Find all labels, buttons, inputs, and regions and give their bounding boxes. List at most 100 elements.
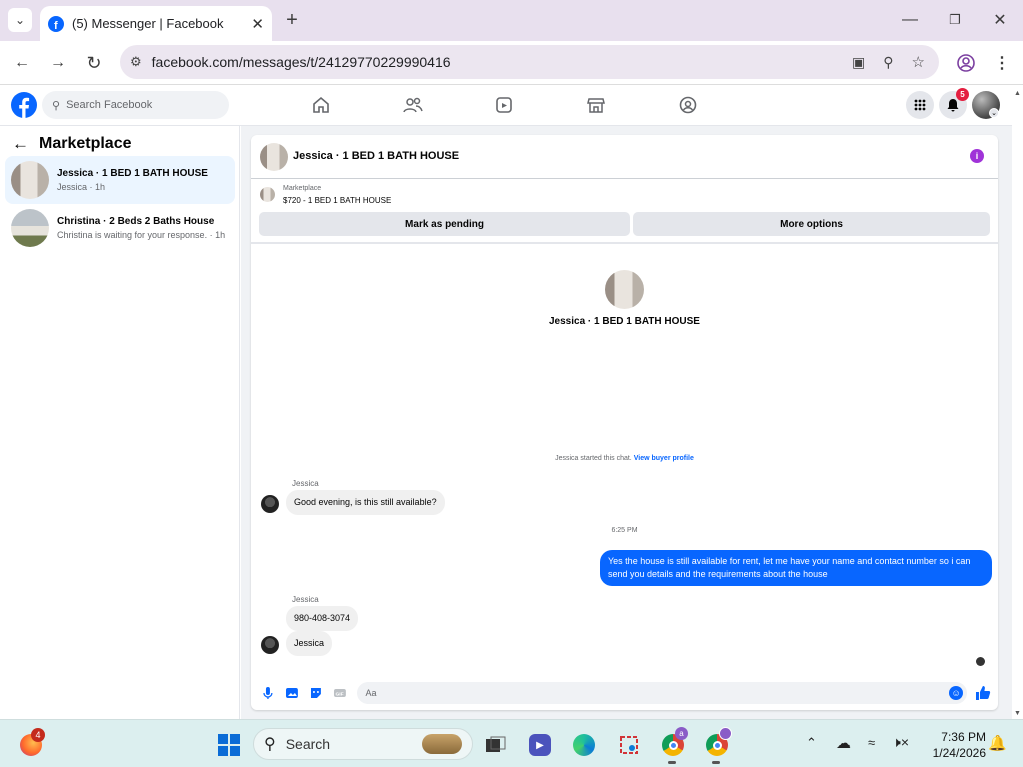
taskbar-search-label: Search	[285, 736, 331, 752]
clock-date: 1/24/2026	[932, 746, 986, 760]
back-arrow-icon[interactable]: ←	[12, 134, 29, 154]
forward-button[interactable]: →	[46, 51, 70, 75]
search-placeholder: Search Facebook	[66, 99, 153, 111]
chat-avatar[interactable]	[260, 143, 288, 171]
task-view-button[interactable]	[483, 732, 509, 758]
minimize-button[interactable]: —	[900, 8, 920, 32]
gif-icon[interactable]: GIF	[333, 686, 347, 700]
video-icon	[496, 97, 512, 113]
conversation-item-jessica[interactable]: Jessica · 1 BED 1 BATH HOUSE Jessica · 1…	[5, 156, 235, 204]
photo-icon[interactable]	[285, 686, 299, 700]
taskbar-search[interactable]: ⚲ Search	[253, 728, 473, 760]
snipping-tool-icon[interactable]	[616, 732, 642, 758]
window-close-button[interactable]: ✕	[990, 8, 1010, 32]
arrow-left-icon: ←	[14, 54, 30, 71]
menu-grid-button[interactable]	[906, 91, 934, 119]
speaker-muted-icon[interactable]: 🕨×	[892, 734, 909, 751]
sidebar-title: Marketplace	[39, 135, 132, 152]
microphone-icon[interactable]	[261, 686, 275, 700]
bell-icon	[947, 99, 959, 112]
windows-taskbar: 4 ⚲ Search ▶ a ⌃ ☁ ≈ 🕨× 7:36 PM 1/24/202…	[0, 719, 1023, 767]
nav-marketplace[interactable]	[584, 93, 608, 117]
clock[interactable]: 7:36 PM 1/24/2026	[920, 729, 986, 761]
start-button[interactable]	[216, 732, 242, 758]
sticker-icon[interactable]	[309, 686, 323, 700]
address-bar[interactable]: ⚙ facebook.com/messages/t/24129770229990…	[120, 45, 939, 79]
listing-thumbnail	[260, 187, 275, 202]
conversation-item-christina[interactable]: Christina · 2 Beds 2 Baths House Christi…	[5, 204, 235, 252]
nav-gaming[interactable]	[676, 93, 700, 117]
zoom-app-icon[interactable]: ▶	[527, 732, 553, 758]
tab-search-button[interactable]: ⌄	[8, 8, 32, 32]
browser-tab-bar: ⌄ f (5) Messenger | Facebook ✕ + — ❐ ✕	[0, 0, 1023, 41]
taskbar-badge: 4	[31, 728, 45, 742]
chat-started-note: Jessica started this chat. View buyer pr…	[251, 455, 998, 462]
home-icon	[313, 96, 329, 113]
running-indicator	[712, 761, 720, 764]
zoom-icon[interactable]: ⚲	[883, 54, 893, 71]
started-text: Jessica started this chat.	[555, 455, 632, 462]
chat-area: Jessica · 1 BED 1 BATH HOUSE i Marketpla…	[241, 126, 1012, 719]
message-input[interactable]: Aa ☺	[356, 682, 968, 704]
intro-title: Jessica · 1 BED 1 BATH HOUSE	[549, 316, 700, 327]
browser-menu-button[interactable]: ⋮	[992, 51, 1012, 75]
facebook-logo-icon[interactable]	[11, 92, 37, 118]
message-bubble-incoming[interactable]: 980-408-3074	[286, 606, 359, 631]
thumbs-up-icon[interactable]	[975, 685, 991, 701]
more-vertical-icon: ⋮	[994, 55, 1010, 72]
back-button[interactable]: ←	[10, 51, 34, 75]
search-highlight-image	[422, 734, 462, 754]
taskbar-badge: a	[675, 727, 688, 740]
profile-button[interactable]	[954, 51, 978, 75]
search-icon: ⚲	[52, 99, 61, 112]
divider	[251, 178, 998, 179]
wifi-icon[interactable]: ≈	[868, 735, 875, 750]
svg-text:GIF: GIF	[335, 691, 343, 697]
message-bubble-incoming[interactable]: Good evening, is this still available?	[286, 490, 445, 515]
mark-as-pending-button[interactable]: Mark as pending	[259, 212, 630, 236]
new-tab-button[interactable]: +	[282, 8, 302, 32]
listing-price[interactable]: $720 - 1 BED 1 BATH HOUSE	[283, 196, 391, 205]
edge-taskbar-icon[interactable]	[571, 732, 597, 758]
info-icon[interactable]: i	[970, 149, 984, 163]
nav-friends[interactable]	[401, 93, 425, 117]
seen-indicator-avatar	[976, 657, 985, 666]
chat-title[interactable]: Jessica · 1 BED 1 BATH HOUSE	[293, 150, 459, 162]
emoji-icon[interactable]: ☺	[949, 686, 964, 700]
cloud-offline-icon[interactable]: ☁	[836, 734, 851, 752]
windows-logo-icon	[218, 734, 240, 756]
search-input[interactable]: ⚲ Search Facebook	[42, 91, 229, 119]
facebook-header: ⚲ Search Facebook 5 ⌄	[0, 85, 1012, 126]
install-app-icon[interactable]: ▣	[852, 54, 865, 71]
nav-video[interactable]	[492, 93, 516, 117]
clock-time: 7:36 PM	[941, 730, 986, 744]
restore-button[interactable]: ❐	[945, 8, 965, 32]
intro-avatar	[605, 270, 644, 309]
more-options-button[interactable]: More options	[633, 212, 990, 236]
nav-home[interactable]	[309, 93, 333, 117]
tab-title: (5) Messenger | Facebook	[72, 16, 224, 31]
message-bubble-outgoing[interactable]: Yes the house is still available for ren…	[600, 550, 992, 586]
bookmark-star-icon[interactable]: ☆	[912, 53, 925, 71]
scroll-down-icon[interactable]: ▼	[1014, 710, 1021, 717]
reload-icon: ↻	[86, 52, 102, 73]
page-scrollbar[interactable]: ▲ ▼	[1012, 85, 1023, 719]
sender-avatar[interactable]	[261, 495, 279, 513]
site-settings-icon[interactable]: ⚙	[130, 54, 142, 70]
notification-badge: 5	[956, 88, 969, 101]
svg-text:f: f	[54, 20, 58, 32]
notification-bell-icon[interactable]: 🔔	[988, 734, 1007, 752]
chevron-up-icon[interactable]: ⌃	[806, 735, 817, 751]
conversation-subtitle: Jessica · 1h	[57, 182, 106, 192]
tab-messenger[interactable]: f (5) Messenger | Facebook ✕	[40, 6, 272, 41]
view-buyer-profile-link[interactable]: View buyer profile	[634, 455, 694, 462]
sidebar-header: ← Marketplace	[12, 134, 132, 154]
scissors-icon	[620, 736, 638, 754]
scroll-up-icon[interactable]: ▲	[1014, 90, 1021, 97]
tab-close-icon[interactable]: ✕	[251, 15, 264, 33]
url-text: facebook.com/messages/t/2412977022999041…	[151, 54, 451, 70]
message-bubble-incoming[interactable]: Jessica	[286, 631, 333, 656]
profile-badge	[719, 727, 732, 740]
reload-button[interactable]: ↻	[82, 51, 106, 75]
sender-avatar[interactable]	[261, 636, 279, 654]
